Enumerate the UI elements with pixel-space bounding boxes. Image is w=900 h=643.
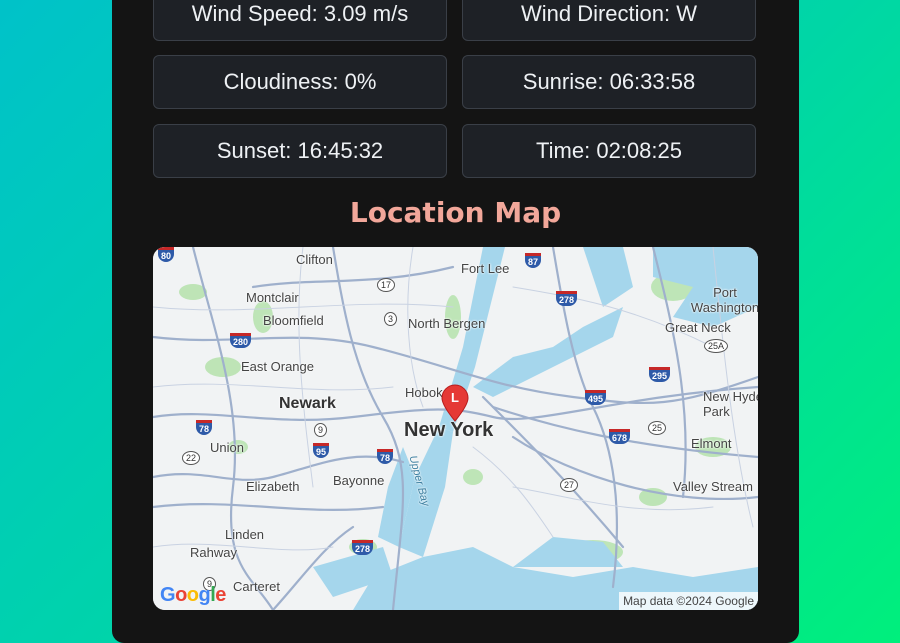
label-linden: Linden — [225, 527, 265, 542]
shield-i280: 280 — [230, 333, 252, 348]
label-valley-stream: Valley Stream — [673, 479, 753, 494]
wind-direction-tile: Wind Direction: W — [462, 0, 756, 41]
label-rahway: Rahway — [190, 545, 237, 560]
label-clifton: Clifton — [296, 252, 333, 267]
label-north-bergen: North Bergen — [408, 316, 486, 331]
marker-label: L — [451, 390, 459, 405]
wind-speed-tile: Wind Speed: 3.09 m/s — [153, 0, 447, 41]
shield-i678: 678 — [609, 429, 631, 444]
shield-i278-south: 278 — [352, 540, 374, 555]
map-attribution[interactable]: Map data ©2024 Google — [619, 592, 758, 610]
shield-i278-north: 278 — [556, 291, 578, 306]
route-17: 17 — [377, 278, 396, 292]
route-9: 9 — [314, 423, 328, 437]
label-elizabeth: Elizabeth — [246, 479, 300, 494]
label-new-york: New York — [404, 419, 494, 441]
route-27: 27 — [560, 478, 579, 492]
route-3: 3 — [384, 312, 398, 326]
google-logo: Google — [160, 584, 226, 606]
label-east-orange: East Orange — [241, 359, 314, 374]
route-25a: 25A — [704, 339, 729, 353]
label-new-hyde-park: New Hyde Park — [703, 389, 758, 419]
location-map-heading: Location Map — [349, 196, 562, 229]
shield-i295: 295 — [649, 367, 671, 382]
label-hoboken: Hobok — [405, 385, 443, 400]
route-25: 25 — [648, 421, 667, 435]
label-fort-lee: Fort Lee — [461, 261, 510, 276]
label-newark: Newark — [279, 395, 336, 412]
cloudiness-tile: Cloudiness: 0% — [153, 55, 447, 109]
label-bloomfield: Bloomfield — [263, 313, 324, 328]
label-montclair: Montclair — [246, 290, 299, 305]
label-elmont: Elmont — [691, 436, 732, 451]
location-map[interactable]: Clifton Fort Lee Montclair Port Washingt… — [153, 247, 758, 610]
label-great-neck: Great Neck — [665, 320, 731, 335]
label-bayonne: Bayonne — [333, 473, 385, 488]
label-port-washington: Port Washington — [690, 285, 758, 315]
label-union: Union — [210, 440, 244, 455]
sunset-tile: Sunset: 16:45:32 — [153, 124, 447, 178]
route-22: 22 — [182, 451, 201, 465]
shield-i495: 495 — [585, 390, 607, 405]
label-carteret: Carteret — [233, 579, 280, 594]
time-tile: Time: 02:08:25 — [462, 124, 756, 178]
map-marker[interactable]: L — [440, 384, 470, 422]
sunrise-tile: Sunrise: 06:33:58 — [462, 55, 756, 109]
